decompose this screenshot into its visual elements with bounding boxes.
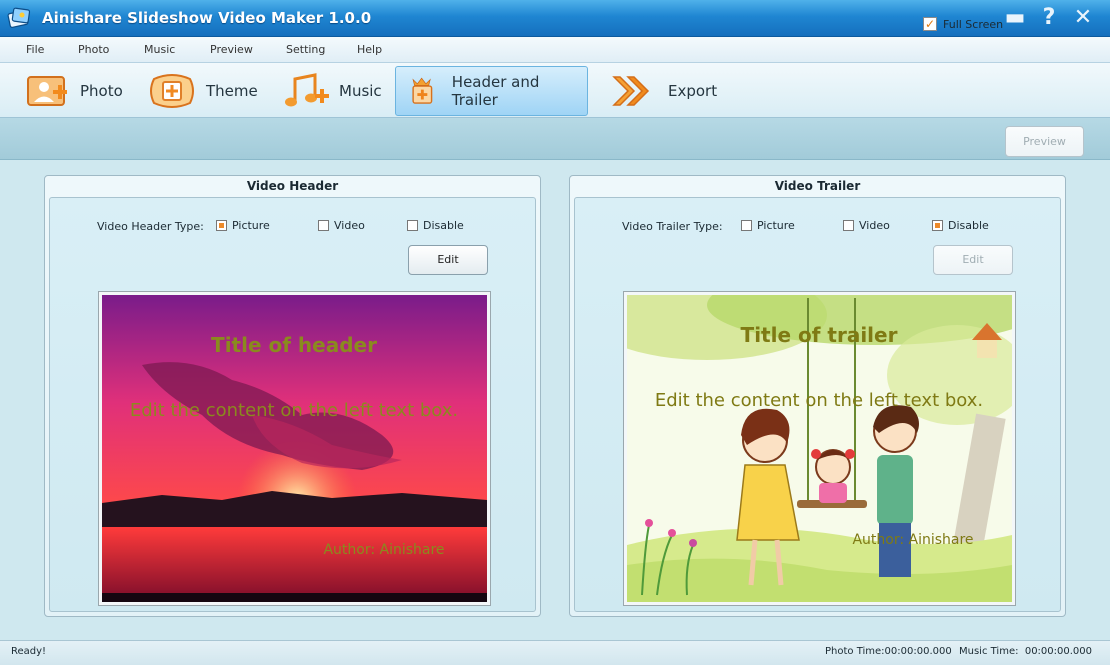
- status-bar: Ready! Photo Time:00:00:00.000 Music Tim…: [0, 640, 1110, 665]
- trailer-preview-content: Edit the content on the left text box.: [655, 390, 983, 411]
- header-edit-button[interactable]: Edit: [408, 245, 488, 275]
- tool-label: Export: [668, 82, 718, 100]
- family-swing-preview-image: Title of trailer Edit the content on the…: [627, 295, 1012, 602]
- tool-theme[interactable]: Theme: [134, 66, 268, 116]
- window-title: Ainishare Slideshow Video Maker 1.0.0: [42, 9, 372, 27]
- panel-title: Video Header: [246, 179, 339, 193]
- trailer-edit-button[interactable]: Edit: [933, 245, 1013, 275]
- radio-label: Picture: [757, 219, 795, 232]
- main-toolbar: Photo Theme Music Header and Trailer Exp…: [0, 63, 1110, 118]
- preview-button[interactable]: Preview: [1005, 126, 1084, 157]
- header-type-label: Video Header Type:: [97, 220, 204, 233]
- header-type-video-radio[interactable]: [318, 220, 329, 231]
- radio-label: Disable: [423, 219, 464, 232]
- status-text: Ready!: [11, 646, 47, 657]
- minimize-icon[interactable]: ▬: [1002, 6, 1028, 30]
- tool-label: Header and Trailer: [451, 73, 540, 109]
- close-icon[interactable]: ✕: [1070, 6, 1096, 30]
- radio-label: Video: [334, 219, 365, 232]
- header-trailer-icon: [412, 77, 433, 104]
- trailer-type-picture-radio[interactable]: [741, 220, 752, 231]
- fullscreen-label: Full Screen: [943, 18, 1004, 31]
- radio-label: Picture: [232, 219, 270, 232]
- export-icon: [612, 76, 650, 106]
- theme-icon: [150, 74, 194, 108]
- trailer-preview-author: Author: Ainishare: [852, 532, 973, 548]
- header-type-disable-radio[interactable]: [407, 220, 418, 231]
- trailer-type-disable-radio[interactable]: [932, 220, 943, 231]
- trailer-preview-frame: Title of trailer Edit the content on the…: [623, 291, 1016, 606]
- trailer-type-video-radio[interactable]: [843, 220, 854, 231]
- help-icon[interactable]: ?: [1036, 6, 1062, 30]
- tool-export[interactable]: Export: [596, 66, 727, 116]
- sunset-preview-image: Title of header Edit the content on the …: [102, 295, 487, 602]
- panel-title: Video Trailer: [774, 179, 861, 193]
- fullscreen-checkbox[interactable]: ✓: [923, 17, 937, 31]
- menu-preview[interactable]: Preview: [210, 43, 253, 56]
- tool-music[interactable]: Music: [267, 66, 392, 116]
- header-preview-author: Author: Ainishare: [323, 542, 444, 558]
- menu-setting[interactable]: Setting: [286, 43, 325, 56]
- video-trailer-panel: Video Trailer Video Trailer Type: Pictur…: [569, 175, 1066, 617]
- tool-photo[interactable]: Photo: [8, 66, 133, 116]
- panel-body: Video Header Type: Picture Video Disable…: [49, 197, 536, 612]
- tool-label: Photo: [80, 82, 123, 100]
- add-photo-icon: [27, 76, 67, 106]
- tool-label: Music: [339, 82, 382, 100]
- tool-label: Theme: [206, 82, 258, 100]
- header-type-picture-radio[interactable]: [216, 220, 227, 231]
- radio-label: Disable: [948, 219, 989, 232]
- menu-file[interactable]: File: [26, 43, 44, 56]
- tool-header-and-trailer[interactable]: Header and Trailer: [395, 66, 588, 116]
- header-preview-content: Edit the content on the left text box.: [130, 400, 458, 421]
- header-preview-title: Title of header: [211, 333, 377, 357]
- menu-bar: File Photo Music Preview Setting Help: [0, 37, 1110, 63]
- option-bar: [0, 118, 1110, 160]
- photo-time: Photo Time:00:00:00.000: [825, 646, 952, 657]
- trailer-preview-title: Title of trailer: [741, 323, 898, 347]
- app-icon: [7, 7, 31, 28]
- header-preview-frame: Title of header Edit the content on the …: [98, 291, 491, 606]
- video-header-panel: Video Header Video Header Type: Picture …: [44, 175, 541, 617]
- music-time: Music Time: 00:00:00.000: [959, 646, 1093, 657]
- menu-photo[interactable]: Photo: [78, 43, 109, 56]
- menu-help[interactable]: Help: [357, 43, 382, 56]
- menu-music[interactable]: Music: [144, 43, 175, 56]
- trailer-type-label: Video Trailer Type:: [622, 220, 723, 233]
- panel-body: Video Trailer Type: Picture Video Disabl…: [574, 197, 1061, 612]
- add-music-icon: [285, 73, 329, 107]
- radio-label: Video: [859, 219, 890, 232]
